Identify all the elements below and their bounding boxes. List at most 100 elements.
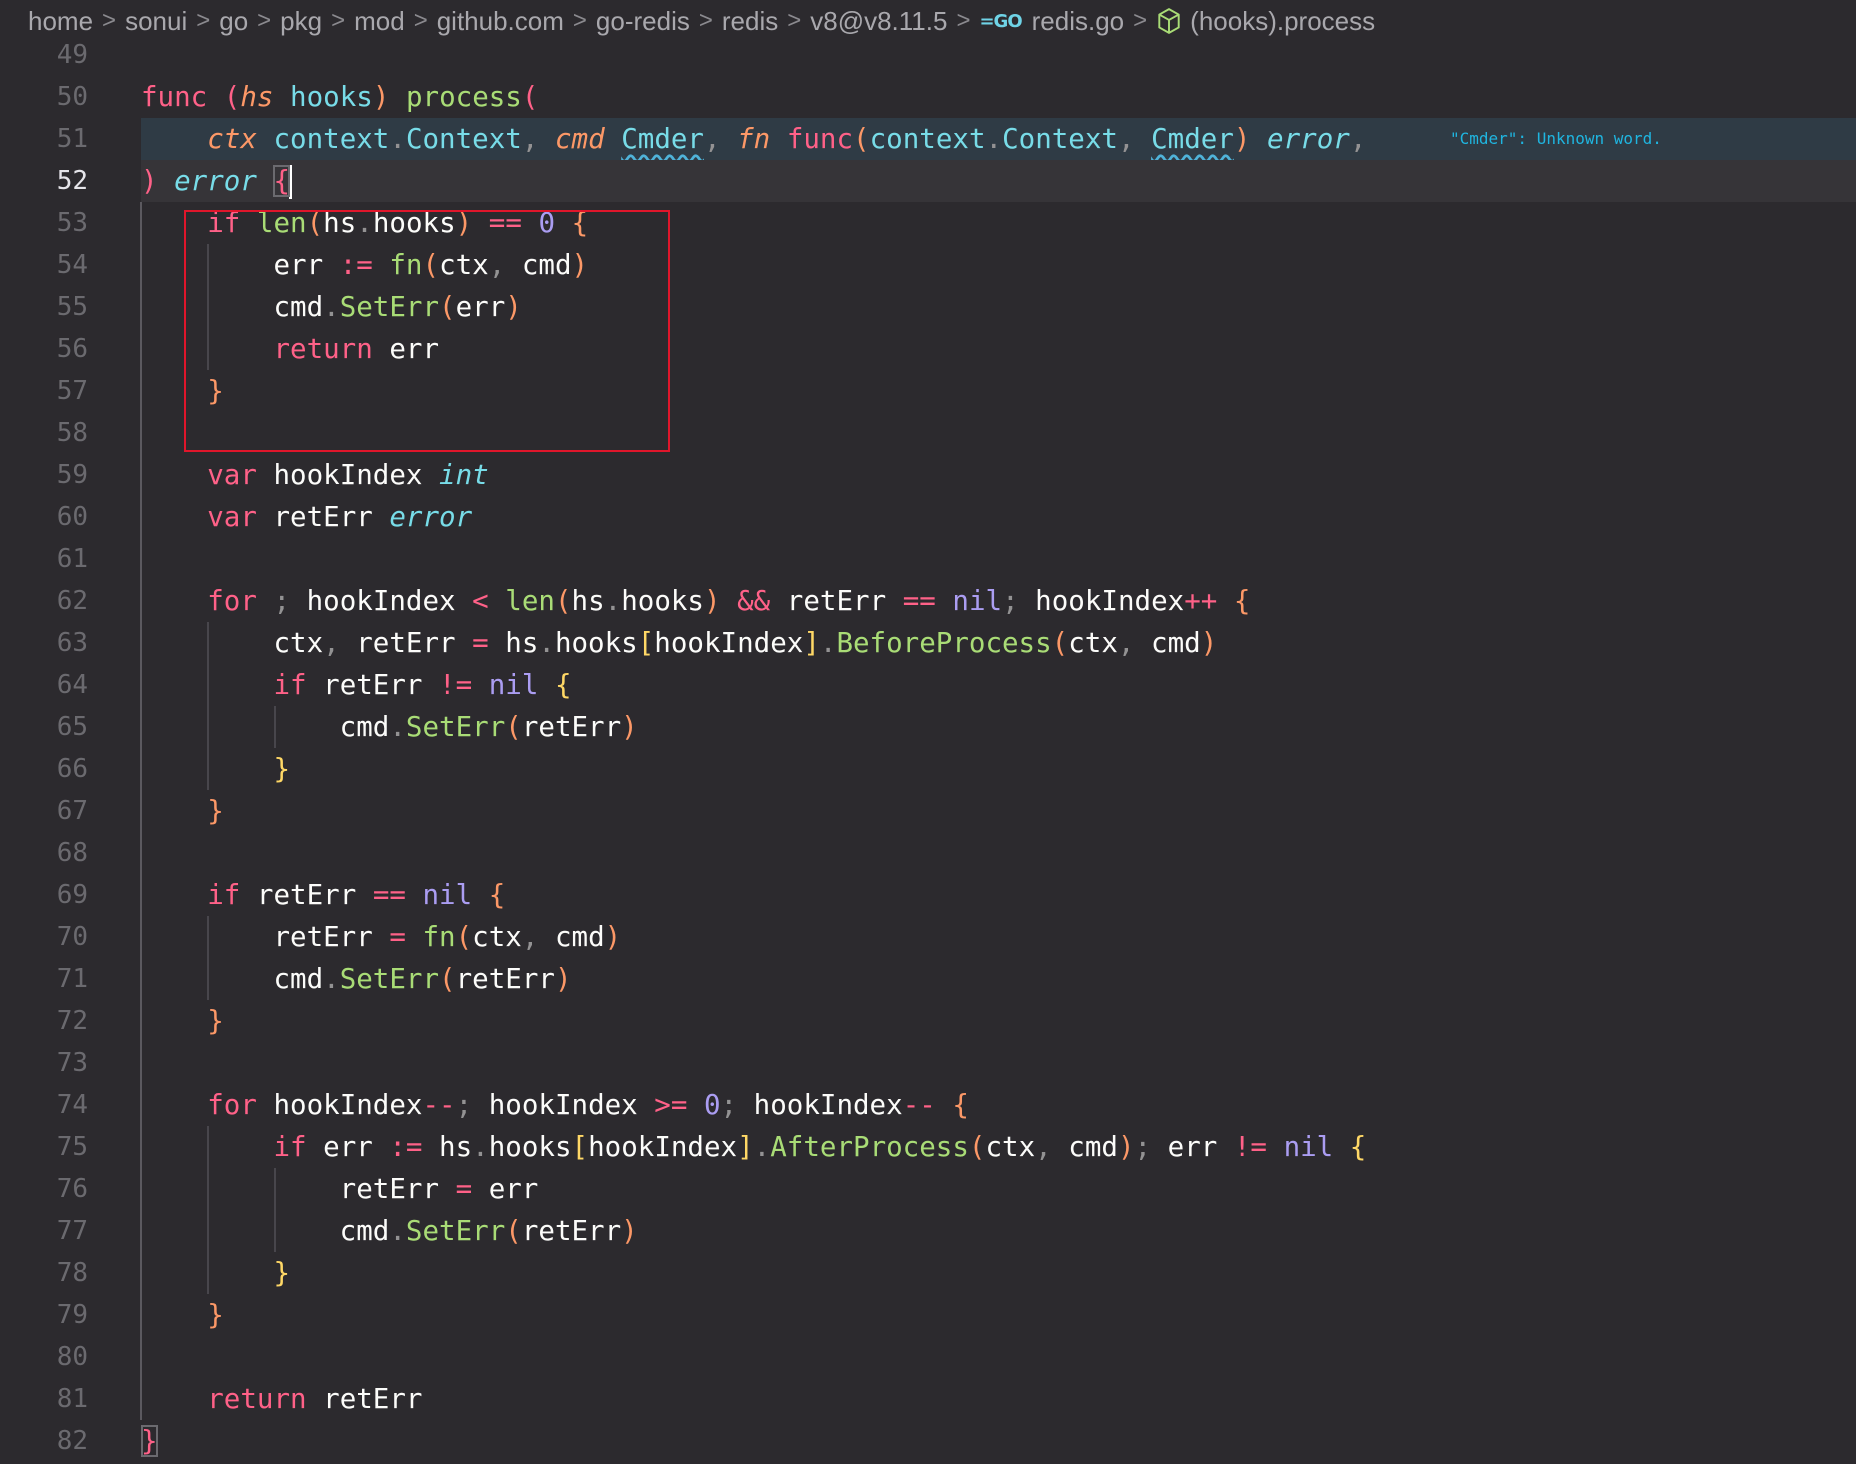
code-line[interactable]: 79 } — [0, 1294, 1856, 1336]
breadcrumb-file[interactable]: redis.go — [1032, 6, 1125, 37]
code-line[interactable]: 78 } — [0, 1252, 1856, 1294]
code-line[interactable]: 77 cmd.SetErr(retErr) — [0, 1210, 1856, 1252]
line-number: 55 — [56, 292, 88, 322]
line-number: 66 — [56, 754, 88, 784]
code-text: if err := hs.hooks[hookIndex].AfterProce… — [273, 1131, 1367, 1163]
code-text: if retErr != nil { — [273, 669, 572, 701]
code-line[interactable]: 51 ctx context.Context, cmd Cmder, fn fu… — [0, 118, 1856, 160]
code-line[interactable]: 82} — [0, 1420, 1856, 1462]
breadcrumb-item[interactable]: mod — [354, 6, 405, 37]
code-text: cmd.SetErr(retErr) — [141, 963, 572, 995]
code-line[interactable]: 81 return retErr — [0, 1378, 1856, 1420]
breadcrumb-item[interactable]: redis — [722, 6, 778, 37]
code-text: } — [273, 753, 291, 785]
line-number: 51 — [56, 124, 88, 154]
code-line[interactable]: 68 — [0, 832, 1856, 874]
code-line[interactable]: 75 if err := hs.hooks[hookIndex].AfterPr… — [0, 1126, 1856, 1168]
chevron-right-icon: > — [572, 7, 587, 34]
line-number: 58 — [56, 418, 88, 448]
code-line[interactable]: 49 — [0, 34, 1856, 76]
code-text: return retErr — [207, 1383, 423, 1415]
breadcrumb-symbol[interactable]: (hooks).process — [1190, 6, 1375, 37]
code-line[interactable]: 72 } — [0, 1000, 1856, 1042]
code-line[interactable]: 50 func (hs hooks) process( — [0, 76, 1856, 118]
breadcrumb-item[interactable]: pkg — [280, 6, 322, 37]
line-number: 52 — [56, 166, 88, 196]
method-box-icon — [1156, 7, 1182, 35]
spell-warning[interactable]: Cmder — [1151, 123, 1234, 155]
code-line[interactable]: 69 if retErr == nil { — [0, 874, 1856, 916]
breadcrumb-item[interactable]: github.com — [437, 6, 564, 37]
code-line[interactable]: 53 if len(hs.hooks) == 0 { — [0, 202, 1856, 244]
line-number: 68 — [56, 838, 88, 868]
code-line[interactable]: 66 } — [0, 748, 1856, 790]
code-line[interactable]: 80 — [0, 1336, 1856, 1378]
code-line[interactable]: 64 if retErr != nil { — [0, 664, 1856, 706]
code-text: cmd.SetErr(retErr) — [141, 1215, 638, 1247]
breadcrumb-item[interactable]: home — [28, 6, 93, 37]
line-number: 74 — [56, 1090, 88, 1120]
code-line[interactable]: 58 — [0, 412, 1856, 454]
code-line[interactable]: 54 err := fn(ctx, cmd) — [0, 244, 1856, 286]
indent-guide — [207, 622, 210, 790]
code-text: cmd.SetErr(retErr) — [141, 711, 638, 743]
indent-guide — [207, 1126, 210, 1294]
chevron-right-icon: > — [331, 7, 346, 34]
matched-bracket: } — [141, 1425, 158, 1457]
code-line[interactable]: 67 } — [0, 790, 1856, 832]
line-number: 53 — [56, 208, 88, 238]
breadcrumb-item[interactable]: go-redis — [596, 6, 690, 37]
chevron-right-icon: > — [102, 7, 117, 34]
code-line[interactable]: 71 cmd.SetErr(retErr) — [0, 958, 1856, 1000]
code-editor[interactable]: 49 50 func (hs hooks) process(51 ctx conte… — [0, 34, 1856, 1462]
line-number: 61 — [56, 544, 88, 574]
code-line[interactable]: 61 — [0, 538, 1856, 580]
matched-bracket: { — [273, 165, 291, 197]
code-text: } — [207, 375, 224, 407]
code-text: var hookIndex int — [207, 459, 489, 491]
line-number: 81 — [56, 1384, 88, 1414]
code-text: ) error { — [141, 160, 1856, 202]
line-number: 64 — [56, 670, 88, 700]
line-number: 59 — [56, 460, 88, 490]
code-line[interactable]: 74 for hookIndex--; hookIndex >= 0; hook… — [0, 1084, 1856, 1126]
code-line[interactable]: 62 for ; hookIndex < len(hs.hooks) && re… — [0, 580, 1856, 622]
code-line[interactable]: 73 — [0, 1042, 1856, 1084]
line-number: 80 — [56, 1342, 88, 1372]
code-text: ctx, retErr = hs.hooks[hookIndex].Before… — [141, 627, 1218, 659]
spell-warning[interactable]: Cmder — [621, 123, 704, 155]
line-number: 71 — [56, 964, 88, 994]
code-text: err := fn(ctx, cmd) — [141, 249, 589, 281]
code-line[interactable]: 55 cmd.SetErr(err) — [0, 286, 1856, 328]
chevron-right-icon: > — [698, 7, 713, 34]
line-number: 73 — [56, 1048, 88, 1078]
breadcrumb-item[interactable]: go — [219, 6, 248, 37]
breadcrumb-item[interactable]: sonui — [125, 6, 187, 37]
code-text: } — [273, 1257, 291, 1289]
code-line[interactable]: 76 retErr = err — [0, 1168, 1856, 1210]
code-text: for hookIndex--; hookIndex >= 0; hookInd… — [207, 1089, 969, 1121]
line-number: 72 — [56, 1006, 88, 1036]
line-number: 79 — [56, 1300, 88, 1330]
code-line[interactable]: 57 } — [0, 370, 1856, 412]
code-line[interactable]: 60 var retErr error — [0, 496, 1856, 538]
indent-guide — [207, 244, 210, 370]
text-cursor — [289, 165, 293, 199]
code-line[interactable]: 65 cmd.SetErr(retErr) — [0, 706, 1856, 748]
chevron-right-icon: > — [196, 7, 211, 34]
go-file-icon: =GO — [979, 10, 1022, 32]
chevron-right-icon: > — [257, 7, 272, 34]
code-text: } — [207, 1299, 224, 1331]
line-number: 70 — [56, 922, 88, 952]
code-line[interactable]: 70 retErr = fn(ctx, cmd) — [0, 916, 1856, 958]
breadcrumb-item[interactable]: v8@v8.11.5 — [810, 6, 947, 37]
code-line[interactable]: 56 return err — [0, 328, 1856, 370]
code-line[interactable]: 59 var hookIndex int — [0, 454, 1856, 496]
indent-guide — [207, 916, 210, 1000]
line-number: 54 — [56, 250, 88, 280]
code-line[interactable]: 52 ) error { — [0, 160, 1856, 202]
code-line[interactable]: 63 ctx, retErr = hs.hooks[hookIndex].Bef… — [0, 622, 1856, 664]
code-text: retErr = fn(ctx, cmd) — [141, 921, 622, 953]
